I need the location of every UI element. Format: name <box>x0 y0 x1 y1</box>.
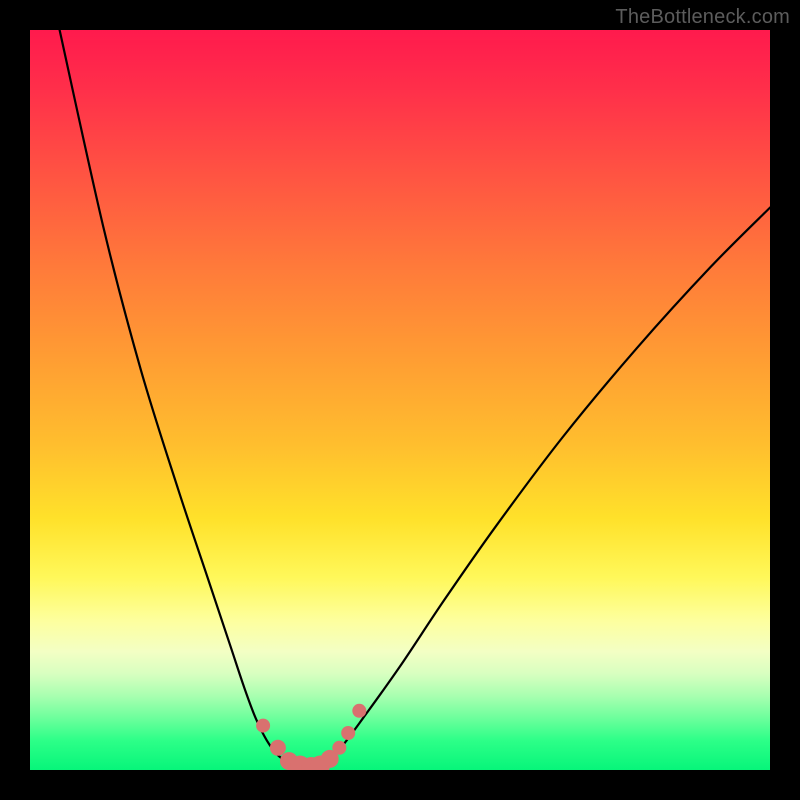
bottleneck-marker <box>256 719 270 733</box>
bottleneck-marker <box>352 704 366 718</box>
bottleneck-curve <box>60 30 770 768</box>
watermark-text: TheBottleneck.com <box>615 6 790 29</box>
bottleneck-marker <box>341 726 355 740</box>
curve-layer <box>30 30 770 770</box>
plot-area <box>30 30 770 770</box>
bottleneck-marker <box>270 740 286 756</box>
bottleneck-marker <box>332 741 346 755</box>
chart-frame: TheBottleneck.com <box>0 0 800 800</box>
